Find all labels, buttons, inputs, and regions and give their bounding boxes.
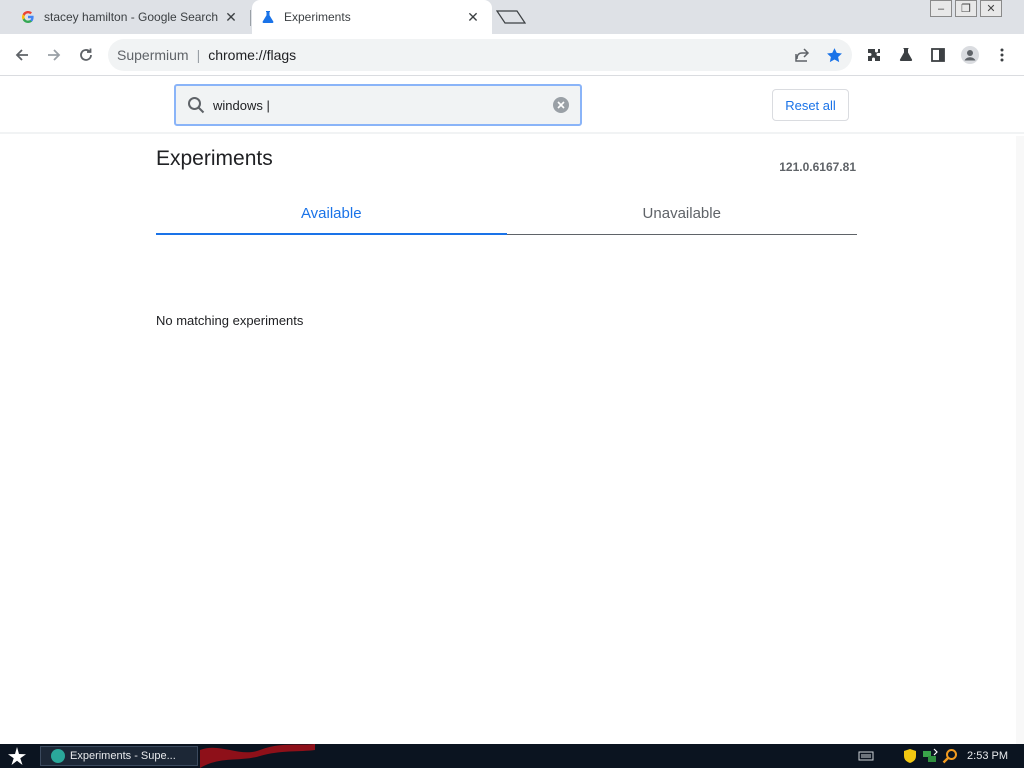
network-icon[interactable] bbox=[921, 747, 939, 765]
wallpaper-flag-decoration bbox=[200, 744, 315, 768]
close-tab-icon[interactable]: ✕ bbox=[222, 8, 240, 26]
shield-icon[interactable] bbox=[901, 747, 919, 765]
search-icon bbox=[185, 94, 207, 116]
taskbar-item-label: Experiments - Supe... bbox=[70, 750, 176, 762]
star-icon bbox=[8, 747, 26, 765]
experiments-tabs: Available Unavailable bbox=[156, 192, 857, 235]
flags-header: Reset all bbox=[0, 77, 1024, 134]
taskbar-item-experiments[interactable]: Experiments - Supe... bbox=[40, 746, 198, 766]
tab-available[interactable]: Available bbox=[156, 192, 507, 235]
new-tab-button[interactable] bbox=[494, 6, 528, 28]
tab-divider bbox=[250, 10, 251, 26]
back-arrow-icon bbox=[15, 49, 28, 61]
menu-button[interactable] bbox=[986, 39, 1018, 71]
system-tray: 2:53 PM bbox=[855, 744, 1024, 768]
empty-state-message: No matching experiments bbox=[156, 313, 304, 328]
profile-button[interactable] bbox=[954, 39, 986, 71]
side-panel-button[interactable] bbox=[922, 39, 954, 71]
side-panel-icon bbox=[931, 48, 945, 62]
browser-toolbar: Supermium | chrome://flags bbox=[0, 34, 1024, 76]
omnibox-site-label: Supermium bbox=[117, 47, 189, 63]
tab-title: Experiments bbox=[284, 10, 351, 24]
google-icon bbox=[20, 9, 36, 25]
forward-arrow-icon bbox=[48, 49, 61, 61]
extensions-button[interactable] bbox=[858, 39, 890, 71]
close-tab-icon[interactable]: ✕ bbox=[464, 8, 482, 26]
omnibox-separator: | bbox=[196, 47, 201, 63]
avatar-icon bbox=[961, 46, 979, 64]
start-button[interactable] bbox=[0, 744, 34, 768]
os-taskbar: Experiments - Supe... 2:53 PM bbox=[0, 744, 1024, 768]
back-button[interactable] bbox=[6, 39, 38, 71]
flags-content: Experiments 121.0.6167.81 Available Unav… bbox=[0, 136, 1016, 744]
browser-tab-experiments[interactable]: Experiments ✕ bbox=[252, 0, 492, 34]
close-window-icon[interactable]: ✕ bbox=[980, 0, 1002, 17]
flags-search-box[interactable] bbox=[174, 84, 582, 126]
browser-app-icon bbox=[51, 749, 65, 763]
browser-tab-google-search[interactable]: stacey hamilton - Google Search ✕ bbox=[0, 0, 250, 34]
share-icon[interactable] bbox=[790, 43, 814, 67]
tab-strip: stacey hamilton - Google Search ✕ Experi… bbox=[0, 0, 1024, 34]
kebab-menu-icon bbox=[1000, 48, 1004, 62]
puzzle-icon bbox=[868, 49, 880, 61]
tab-title: stacey hamilton - Google Search bbox=[44, 10, 219, 24]
restore-icon[interactable]: ❐ bbox=[955, 0, 977, 17]
reload-icon bbox=[80, 48, 92, 61]
page-scrollbar[interactable] bbox=[1016, 136, 1024, 744]
search-icon[interactable] bbox=[941, 747, 959, 765]
page-title: Experiments bbox=[156, 147, 273, 170]
labs-button[interactable] bbox=[890, 39, 922, 71]
clock: 2:53 PM bbox=[967, 750, 1008, 762]
address-bar[interactable]: Supermium | chrome://flags bbox=[108, 39, 852, 71]
flask-icon bbox=[260, 9, 276, 25]
search-input[interactable] bbox=[213, 93, 552, 117]
clear-search-icon[interactable] bbox=[552, 96, 570, 114]
reload-button[interactable] bbox=[70, 39, 102, 71]
minimize-icon[interactable]: ‒ bbox=[930, 0, 952, 17]
version-label: 121.0.6167.81 bbox=[779, 160, 856, 174]
keyboard-icon[interactable] bbox=[857, 747, 875, 765]
tab-unavailable[interactable]: Unavailable bbox=[507, 192, 858, 234]
flask-icon bbox=[899, 48, 913, 61]
forward-button[interactable] bbox=[38, 39, 70, 71]
reset-all-button[interactable]: Reset all bbox=[772, 89, 849, 121]
window-controls: ‒ ❐ ✕ bbox=[927, 0, 1002, 18]
omnibox-url: chrome://flags bbox=[208, 47, 297, 63]
bookmark-star-icon[interactable] bbox=[822, 43, 846, 67]
